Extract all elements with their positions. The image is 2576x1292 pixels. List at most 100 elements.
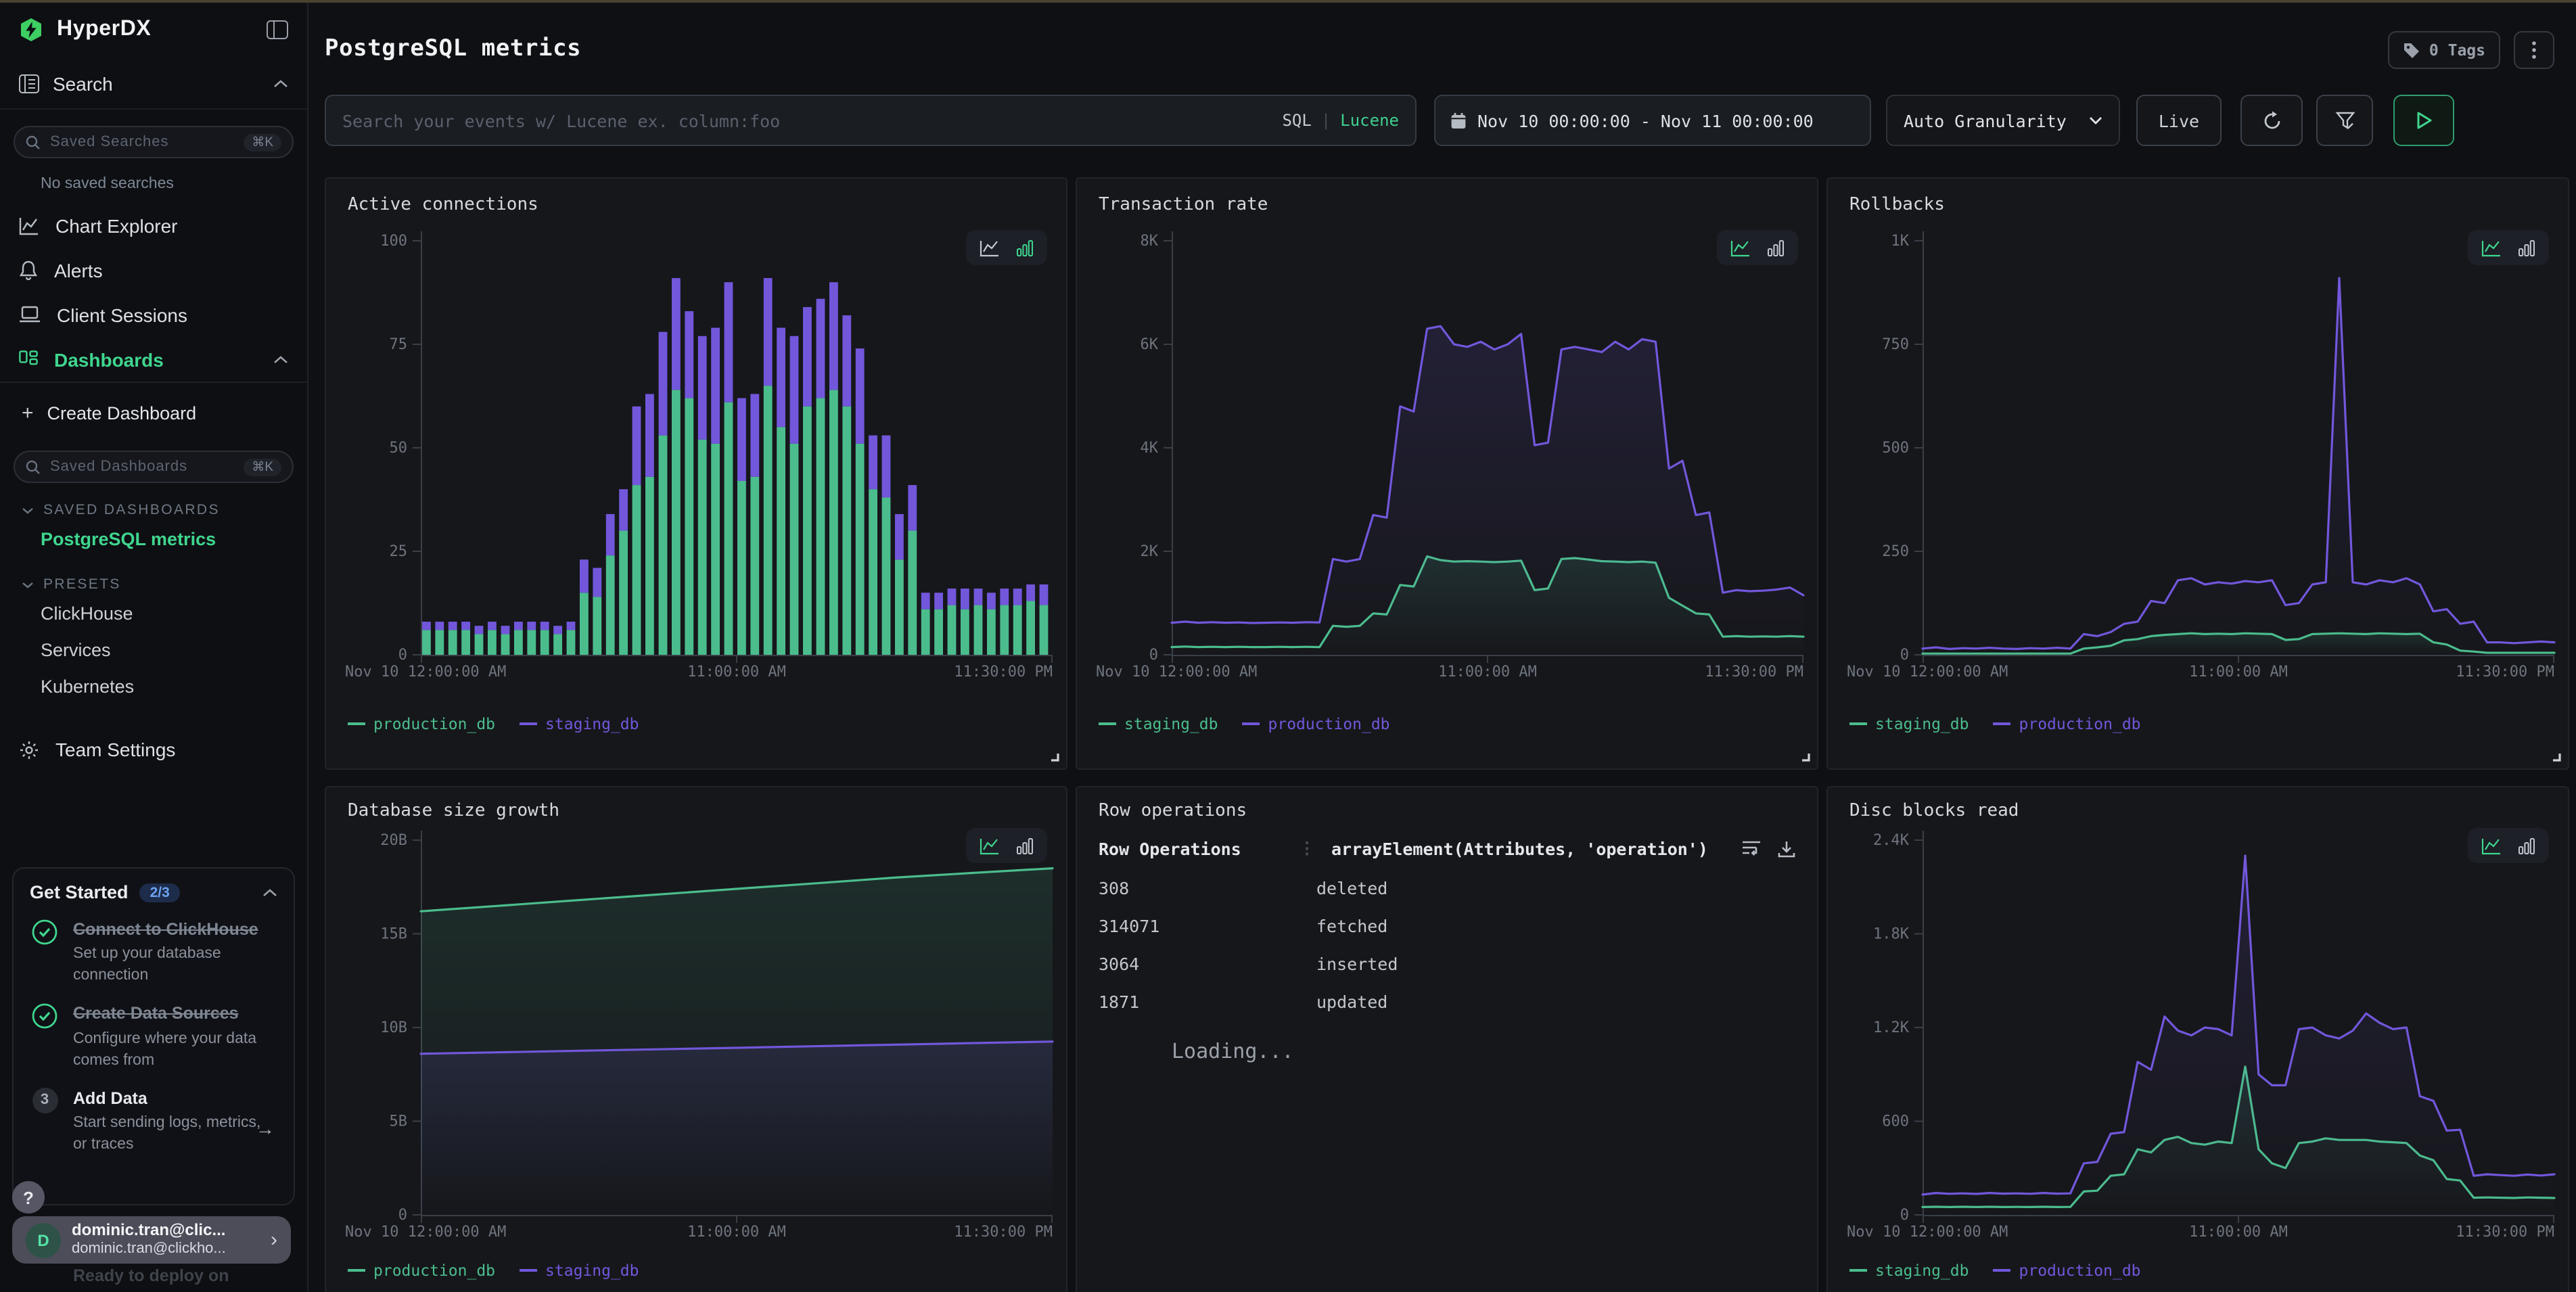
table-row[interactable]: 1871updated: [1099, 982, 1795, 1020]
sidebar-item-chart-explorer[interactable]: Chart Explorer: [0, 203, 307, 248]
filter-button[interactable]: [2316, 95, 2373, 146]
presets-header[interactable]: PRESETS: [0, 557, 307, 595]
chart-legend: production_db staging_db: [348, 1261, 639, 1280]
svg-text:11:30:00 PM: 11:30:00 PM: [2456, 1224, 2554, 1241]
collapse-sidebar-icon[interactable]: [267, 20, 288, 39]
line-chart-toggle-icon[interactable]: [1730, 239, 1751, 256]
bar-chart-toggle-icon[interactable]: [1016, 837, 1034, 854]
legend-item-production_db[interactable]: production_db: [348, 714, 495, 733]
user-menu[interactable]: D dominic.tran@clic... dominic.tran@clic…: [12, 1216, 291, 1264]
legend-item-production_db[interactable]: production_db: [1243, 714, 1390, 733]
chevron-up-icon[interactable]: [273, 355, 288, 363]
plus-icon: +: [22, 401, 34, 424]
legend-item-staging_db[interactable]: staging_db: [520, 714, 639, 733]
bar-chart-toggle-icon[interactable]: [1767, 239, 1785, 256]
sidebar-item-dashboards[interactable]: Dashboards: [0, 337, 307, 383]
svg-text:Nov 10 12:00:00 AM: Nov 10 12:00:00 AM: [1847, 1224, 2008, 1241]
table-row[interactable]: 3064inserted: [1099, 944, 1795, 982]
table-row[interactable]: 308deleted: [1099, 869, 1795, 906]
resize-handle[interactable]: [2552, 752, 2561, 762]
granularity-select[interactable]: Auto Granularity: [1886, 95, 2120, 146]
disc-blocks-read-chart[interactable]: 06001.2K1.8K2.4KNov 10 12:00:00 AM11:00:…: [1828, 787, 2569, 1292]
panel-row-operations: Row operations Row Operations ⋮ arrayEle…: [1076, 786, 1818, 1292]
tag-icon: [2404, 41, 2421, 59]
play-icon: [2416, 111, 2432, 130]
get-started-step-connect[interactable]: Connect to ClickHouse Set up your databa…: [30, 919, 277, 987]
shortcut-badge: ⌘K: [244, 458, 281, 476]
bar-chart-toggle-icon[interactable]: [2518, 239, 2535, 256]
svg-text:25: 25: [390, 543, 408, 560]
panel-transaction-rate: Transaction rate 02K4K6K8KNov 10 12:00:0…: [1076, 177, 1818, 770]
bar-chart-toggle-icon[interactable]: [1016, 239, 1034, 256]
line-chart-toggle-icon[interactable]: [2481, 837, 2502, 854]
chevron-up-icon[interactable]: [273, 80, 288, 88]
main-content: PostgreSQL metrics 0 Tags Search your ev…: [308, 0, 2576, 1292]
legend-item-staging_db[interactable]: staging_db: [1849, 714, 1969, 733]
active-connections-chart[interactable]: 0255075100Nov 10 12:00:00 AM11:00:00 AM1…: [326, 179, 1067, 770]
saved-dashboard-postgresql-metrics[interactable]: PostgreSQL metrics: [0, 521, 307, 557]
legend-item-production_db[interactable]: production_db: [348, 1261, 495, 1280]
sql-mode-toggle[interactable]: SQL: [1282, 111, 1311, 130]
panel-rollbacks: Rollbacks 02505007501KNov 10 12:00:00 AM…: [1826, 177, 2569, 770]
svg-text:11:00:00 AM: 11:00:00 AM: [687, 664, 786, 680]
hyperdx-app: HyperDX Search Saved Searches ⌘K No save…: [0, 0, 2576, 1292]
table-header: Row Operations ⋮ arrayElement(Attributes…: [1099, 831, 1795, 866]
sidebar-item-search[interactable]: Search: [0, 60, 307, 110]
column-resize-handle[interactable]: ⋮: [1299, 839, 1315, 858]
panel-database-size-growth: Database size growth 05B10B15B20BNov 10 …: [325, 786, 1067, 1292]
line-chart-toggle-icon[interactable]: [980, 837, 1000, 854]
rollbacks-chart[interactable]: 02505007501KNov 10 12:00:00 AM11:00:00 A…: [1828, 179, 2569, 770]
legend-item-staging_db[interactable]: staging_db: [1099, 714, 1218, 733]
refresh-button[interactable]: [2240, 95, 2303, 146]
saved-dashboards-header[interactable]: SAVED DASHBOARDS: [0, 483, 307, 521]
table-column-header[interactable]: Row Operations: [1099, 838, 1299, 858]
lucene-mode-toggle[interactable]: Lucene: [1340, 111, 1399, 130]
preset-clickhouse[interactable]: ClickHouse: [0, 595, 307, 632]
sidebar-item-client-sessions[interactable]: Client Sessions: [0, 292, 307, 337]
get-started-progress-badge: 2/3: [139, 883, 181, 902]
line-chart-toggle-icon[interactable]: [980, 239, 1000, 256]
chart-type-toggle: [966, 230, 1047, 265]
tags-button[interactable]: 0 Tags: [2389, 31, 2500, 69]
bar-chart-toggle-icon[interactable]: [2518, 837, 2535, 854]
create-dashboard-button[interactable]: + Create Dashboard: [0, 391, 307, 434]
table-row[interactable]: 314071fetched: [1099, 906, 1795, 944]
sidebar-item-team-settings[interactable]: Team Settings: [0, 726, 307, 772]
svg-text:0: 0: [1900, 647, 1909, 664]
text-wrap-icon[interactable]: [1741, 840, 1762, 856]
legend-item-staging_db[interactable]: staging_db: [520, 1261, 639, 1280]
preset-kubernetes[interactable]: Kubernetes: [0, 668, 307, 705]
search-icon: [26, 459, 41, 474]
resize-handle[interactable]: [1801, 752, 1810, 762]
database-size-growth-chart[interactable]: 05B10B15B20BNov 10 12:00:00 AM11:00:00 A…: [326, 787, 1067, 1292]
line-chart-toggle-icon[interactable]: [2481, 239, 2502, 256]
transaction-rate-chart[interactable]: 02K4K6K8KNov 10 12:00:00 AM11:00:00 AM11…: [1077, 179, 1818, 770]
legend-item-production_db[interactable]: production_db: [1994, 714, 2141, 733]
search-icon: [26, 135, 41, 149]
get-started-step-sources[interactable]: Create Data Sources Configure where your…: [30, 1003, 277, 1071]
live-button[interactable]: Live: [2136, 95, 2222, 146]
run-query-button[interactable]: [2393, 95, 2454, 146]
svg-text:11:30:00 PM: 11:30:00 PM: [954, 664, 1053, 680]
preset-services[interactable]: Services: [0, 632, 307, 668]
chart-legend: staging_db production_db: [1849, 714, 2141, 733]
download-icon[interactable]: [1778, 839, 1795, 857]
time-range-picker[interactable]: Nov 10 00:00:00 - Nov 11 00:00:00: [1434, 95, 1871, 146]
saved-dashboards-input[interactable]: Saved Dashboards ⌘K: [14, 451, 294, 483]
gear-icon: [19, 739, 39, 760]
get-started-step-add-data[interactable]: 3 Add Data Start sending logs, metrics, …: [30, 1088, 277, 1156]
event-search-input[interactable]: Search your events w/ Lucene ex. column:…: [325, 95, 1417, 146]
table-column-header[interactable]: arrayElement(Attributes, 'operation'): [1331, 838, 1708, 858]
sidebar-item-alerts[interactable]: Alerts: [0, 248, 307, 292]
chevron-down-icon: [2089, 116, 2102, 124]
legend-item-staging_db[interactable]: staging_db: [1849, 1261, 1969, 1280]
panel-menu-button[interactable]: [2514, 31, 2554, 69]
chevron-down-icon: [22, 507, 34, 513]
chevron-up-icon[interactable]: [262, 888, 277, 896]
resize-handle[interactable]: [1050, 752, 1059, 762]
check-circle-icon: [30, 919, 60, 987]
saved-searches-input[interactable]: Saved Searches ⌘K: [14, 126, 294, 158]
svg-text:2K: 2K: [1141, 543, 1159, 560]
legend-item-production_db[interactable]: production_db: [1994, 1261, 2141, 1280]
help-button[interactable]: ?: [12, 1181, 45, 1214]
